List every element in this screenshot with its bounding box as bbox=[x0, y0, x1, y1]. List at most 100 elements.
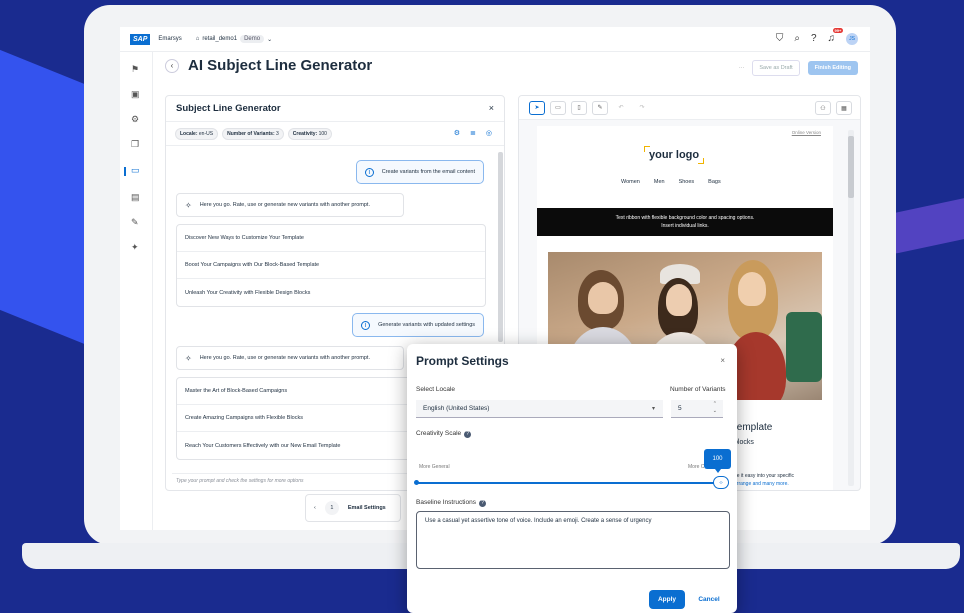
nav-bags[interactable]: Bags bbox=[708, 179, 721, 185]
online-version-link[interactable]: Online Version bbox=[792, 130, 821, 135]
ai-message-text: Here you go. Rate, use or generate new v… bbox=[199, 355, 370, 361]
creativity-slider-track[interactable] bbox=[416, 482, 719, 484]
nav-men[interactable]: Men bbox=[654, 179, 665, 185]
apply-button[interactable]: Apply bbox=[649, 590, 685, 609]
sparkle-icon: ✧ bbox=[185, 200, 192, 210]
ai-message: ✧ Here you go. Rate, use or generate new… bbox=[176, 346, 404, 370]
edit-icon[interactable]: ✎ bbox=[592, 100, 608, 115]
grid-icon[interactable]: ▦ bbox=[836, 101, 852, 115]
page-number[interactable]: 1 bbox=[324, 501, 339, 515]
chevron-down-icon: ▾ bbox=[651, 406, 655, 412]
sap-logo[interactable]: SAP bbox=[130, 33, 151, 45]
flag-icon[interactable]: ⚑ bbox=[131, 64, 139, 75]
person-icon[interactable]: ⚇ bbox=[815, 101, 831, 115]
workspace-name: retail_demo1 bbox=[202, 36, 238, 42]
list-item[interactable]: Unleash Your Creativity with Flexible De… bbox=[177, 279, 485, 306]
search-icon[interactable]: ⌕ bbox=[794, 33, 800, 45]
prompt-settings-dialog: Prompt Settings × Select Locale Number o… bbox=[407, 344, 737, 613]
avatar[interactable]: JS bbox=[846, 33, 858, 45]
body-line-1: ge it easy into your specific bbox=[734, 473, 795, 479]
cancel-button[interactable]: Cancel bbox=[691, 590, 727, 609]
settings-icon[interactable]: ⚙ bbox=[454, 129, 460, 137]
locale-value: English (United States) bbox=[423, 405, 490, 412]
workspace-badge: Demo bbox=[240, 35, 265, 43]
user-message-text: Create variants from the email content bbox=[381, 169, 475, 175]
save-draft-button[interactable]: Save as Draft bbox=[752, 60, 800, 76]
body-link[interactable]: arrange and many more. bbox=[734, 481, 789, 487]
help-icon[interactable]: ? bbox=[478, 499, 486, 507]
locale-label: Select Locale bbox=[416, 386, 456, 393]
slider-value-tooltip: 100 bbox=[704, 449, 731, 473]
min-label: More General bbox=[419, 464, 450, 470]
creativity-slider-handle[interactable]: ‹› bbox=[713, 476, 729, 489]
table-icon[interactable]: ▤ bbox=[131, 192, 140, 203]
active-indicator bbox=[124, 167, 126, 176]
help-icon[interactable]: ? bbox=[811, 33, 817, 45]
variants-chip[interactable]: Number of Variants: 3 bbox=[222, 127, 284, 140]
variants-label: Number of Variants bbox=[670, 386, 726, 393]
baseline-instructions-textarea[interactable]: Use a casual yet assertive tone of voice… bbox=[416, 511, 730, 569]
close-icon[interactable]: × bbox=[489, 103, 494, 113]
slider-start-dot bbox=[414, 480, 419, 485]
chevron-down-icon: ⌄ bbox=[267, 36, 273, 43]
puzzle-icon[interactable]: ✦ bbox=[131, 242, 139, 253]
redo-icon[interactable]: ↷ bbox=[634, 101, 650, 115]
variants-stepper[interactable]: 5 ⌃ ⌄ bbox=[671, 400, 723, 418]
face-shape bbox=[666, 284, 692, 316]
sidebar: ⚑ ▣ ⚙ ❐ ▭ ▤ ✎ ✦ bbox=[120, 52, 153, 530]
email-body-text: ge it easy into your specific arrange an… bbox=[734, 472, 794, 488]
mobile-icon[interactable]: ▯ bbox=[571, 100, 587, 115]
workspace-icon: ⌂ bbox=[195, 36, 200, 42]
list-item[interactable]: Discover New Ways to Customize Your Temp… bbox=[177, 225, 485, 252]
undo-icon[interactable]: ↶ bbox=[613, 101, 629, 115]
top-icons: ⛉ ⌕ ? ♫ 99+ JS bbox=[776, 28, 858, 45]
ribbon-line-2: Insert individual links. bbox=[661, 223, 709, 229]
list-item[interactable]: Boost Your Campaigns with Our Block-Base… bbox=[177, 252, 485, 279]
locale-select[interactable]: English (United States) ▾ bbox=[416, 400, 663, 418]
ribbon-line-1: Text ribbon with flexible background col… bbox=[615, 215, 755, 221]
info-icon[interactable]: ◎ bbox=[486, 129, 492, 137]
email-logo: your logo bbox=[643, 146, 705, 164]
face-shape bbox=[588, 282, 618, 314]
page-header: ‹ AI Subject Line Generator bbox=[165, 57, 372, 74]
back-button[interactable]: ‹ bbox=[165, 58, 179, 73]
tools-icon[interactable]: ✎ bbox=[131, 217, 139, 228]
notification-count: 99+ bbox=[832, 28, 844, 33]
help-icon[interactable]: ? bbox=[464, 430, 472, 438]
email-settings-link[interactable]: Email Settings bbox=[348, 505, 386, 511]
desktop-icon[interactable]: ▭ bbox=[550, 100, 566, 115]
shield-icon[interactable]: ⛉ bbox=[776, 33, 784, 45]
layers-icon[interactable]: ❐ bbox=[131, 139, 139, 150]
text-ribbon: Text ribbon with flexible background col… bbox=[537, 208, 833, 236]
nav-shoes[interactable]: Shoes bbox=[679, 179, 695, 185]
workspace-switcher[interactable]: ⌂ retail_demo1 Demo ⌄ bbox=[196, 35, 272, 43]
app-name: Emarsys bbox=[158, 36, 182, 42]
cursor-icon[interactable]: ➤ bbox=[529, 100, 545, 115]
campaign-icon[interactable]: ▭ bbox=[131, 165, 140, 176]
panel-title: Subject Line Generator bbox=[176, 103, 281, 114]
close-icon[interactable]: × bbox=[720, 356, 725, 365]
history-icon[interactable]: ≣ bbox=[470, 129, 476, 137]
bell-icon[interactable]: ♫ 99+ bbox=[828, 28, 844, 45]
bottom-pager: ‹ 1 Email Settings bbox=[305, 494, 401, 522]
header-actions: ··· Save as Draft Finish Editing bbox=[739, 60, 858, 76]
chip-actions: ⚙ ≣ ◎ bbox=[454, 129, 492, 137]
preview-scrollbar[interactable] bbox=[848, 130, 854, 486]
ai-message-text: Here you go. Rate, use or generate new v… bbox=[199, 202, 370, 208]
image-icon[interactable]: ▣ bbox=[131, 89, 140, 100]
chevron-left-icon[interactable]: ‹ bbox=[314, 505, 316, 511]
nav-women[interactable]: Women bbox=[621, 179, 640, 185]
more-options-button[interactable]: ··· bbox=[739, 65, 745, 71]
creativity-label: Creativity Scale? bbox=[416, 430, 472, 438]
email-heading: template bbox=[734, 422, 773, 433]
variant-list: Discover New Ways to Customize Your Temp… bbox=[176, 224, 486, 307]
creativity-chip[interactable]: Creativity: 100 bbox=[287, 127, 332, 140]
locale-chip[interactable]: Locale: en-US bbox=[175, 127, 219, 140]
info-circle-icon: i bbox=[361, 320, 371, 330]
email-nav: Women Men Shoes Bags bbox=[621, 179, 721, 185]
gear-icon[interactable]: ⚙ bbox=[131, 114, 139, 125]
panel-scrollbar[interactable] bbox=[498, 152, 503, 342]
user-message: i Generate variants with updated setting… bbox=[352, 313, 484, 337]
stepper-arrows-icon[interactable]: ⌃ ⌄ bbox=[713, 401, 717, 415]
finish-editing-button[interactable]: Finish Editing bbox=[807, 61, 858, 75]
